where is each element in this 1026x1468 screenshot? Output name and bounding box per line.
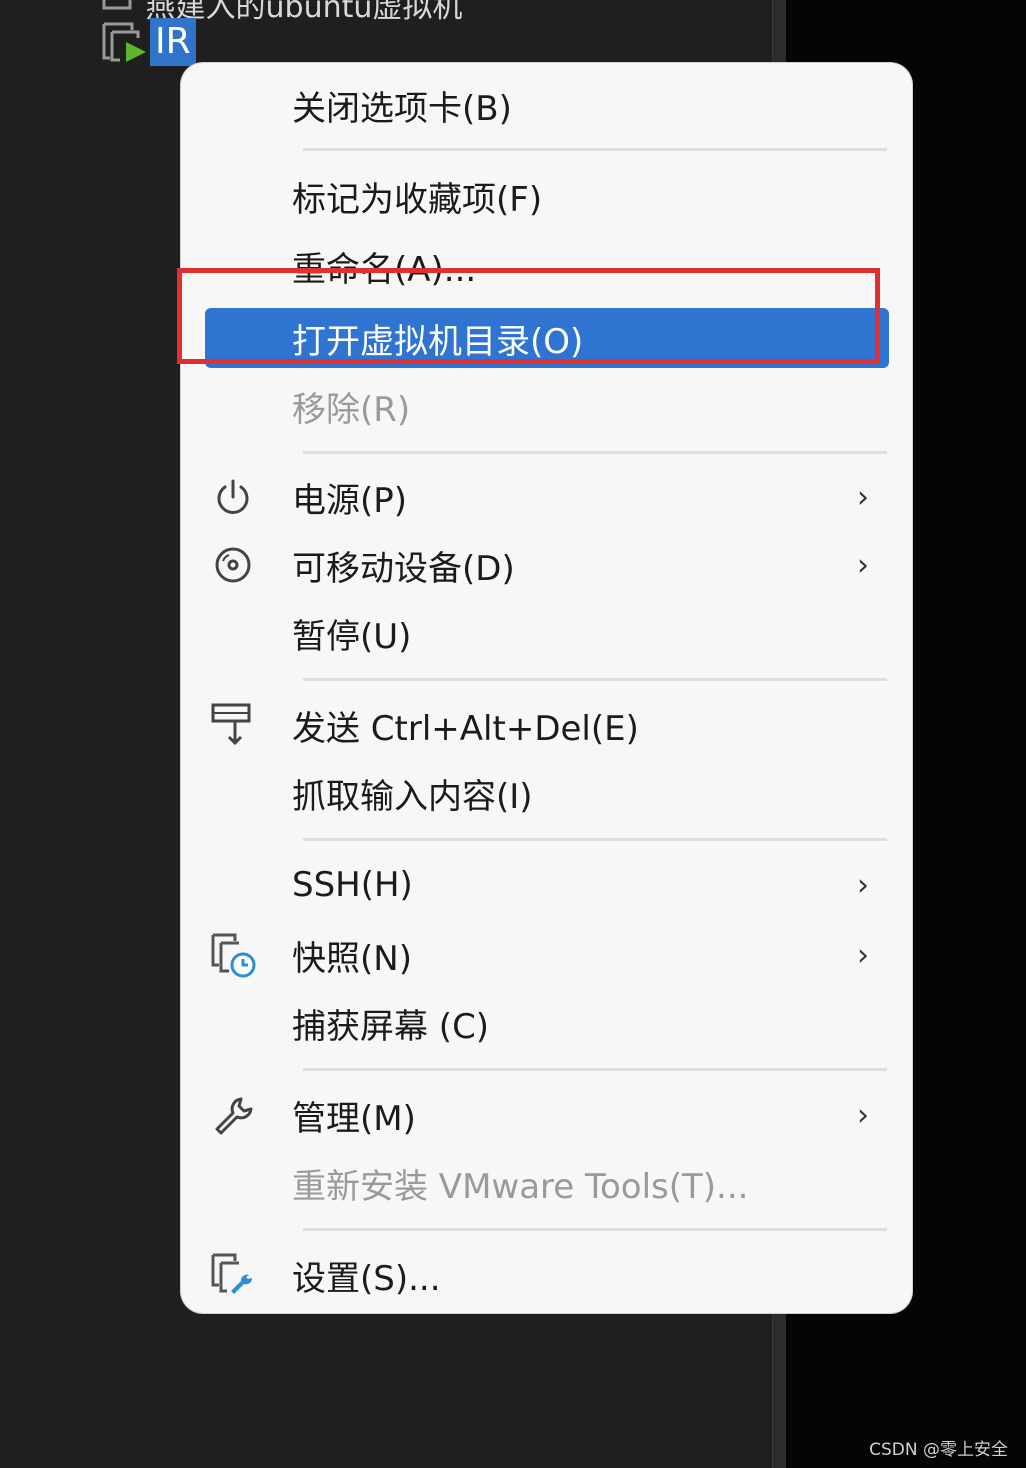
annotation-highlight-box bbox=[177, 268, 880, 364]
menu-item-label: 可移动设备(D) bbox=[292, 548, 515, 589]
tree-item-previous[interactable]: 燕建入的ubuntu虚拟机 bbox=[100, 0, 462, 25]
menu-item-label: 移除(R) bbox=[292, 389, 411, 430]
submenu-arrow-icon: › bbox=[857, 1097, 869, 1133]
menu-item-label: 捕获屏幕 (C) bbox=[292, 1006, 490, 1047]
menu-item-settings[interactable]: 设置(S)... bbox=[205, 1245, 889, 1305]
menu-item-label: 快照(N) bbox=[292, 938, 412, 979]
vm-icon bbox=[100, 0, 136, 12]
menu-item-manage[interactable]: 管理(M) › bbox=[205, 1085, 889, 1145]
menu-item-mark-favorite[interactable]: 标记为收藏项(F) bbox=[205, 166, 889, 226]
menu-item-ssh[interactable]: SSH(H) › bbox=[205, 855, 889, 915]
menu-separator bbox=[303, 678, 887, 681]
menu-item-power[interactable]: 电源(P) › bbox=[205, 467, 889, 527]
context-menu: 关闭选项卡(B) 标记为收藏项(F) 重命名(A)... 打开虚拟机目录(O) … bbox=[181, 63, 912, 1313]
menu-item-label: 电源(P) bbox=[292, 480, 408, 521]
menu-item-capture-screen[interactable]: 捕获屏幕 (C) bbox=[205, 993, 889, 1053]
menu-item-label: 关闭选项卡(B) bbox=[292, 88, 512, 129]
menu-separator bbox=[303, 1068, 887, 1071]
tree-item-selected[interactable]: IR bbox=[100, 18, 196, 66]
menu-item-send-ctrl-alt-del[interactable]: 发送 Ctrl+Alt+Del(E) bbox=[205, 695, 889, 755]
menu-item-label: 设置(S)... bbox=[292, 1258, 441, 1299]
menu-item-label: 重新安装 VMware Tools(T)... bbox=[292, 1166, 749, 1207]
menu-item-close-tab[interactable]: 关闭选项卡(B) bbox=[205, 75, 889, 135]
power-icon bbox=[209, 473, 257, 521]
menu-item-label: 管理(M) bbox=[292, 1098, 416, 1139]
menu-item-remove: 移除(R) bbox=[205, 376, 889, 436]
wrench-icon bbox=[209, 1091, 257, 1139]
settings-vm-icon bbox=[209, 1251, 257, 1299]
menu-item-snapshot[interactable]: 快照(N) › bbox=[205, 925, 889, 985]
menu-separator bbox=[303, 1228, 887, 1231]
menu-separator bbox=[303, 148, 887, 151]
menu-separator bbox=[303, 451, 887, 454]
submenu-arrow-icon: › bbox=[857, 937, 869, 973]
send-keys-icon bbox=[209, 701, 257, 749]
menu-item-label: SSH(H) bbox=[292, 865, 413, 905]
menu-item-removable-devices[interactable]: 可移动设备(D) › bbox=[205, 535, 889, 595]
menu-item-label: 暂停(U) bbox=[292, 616, 412, 657]
menu-item-label: 标记为收藏项(F) bbox=[292, 179, 543, 220]
submenu-arrow-icon: › bbox=[857, 479, 869, 515]
tree-item-label: IR bbox=[150, 18, 196, 66]
menu-item-reinstall-vmware-tools: 重新安装 VMware Tools(T)... bbox=[205, 1153, 889, 1213]
menu-item-label: 发送 Ctrl+Alt+Del(E) bbox=[292, 708, 639, 749]
watermark: CSDN @零上安全 bbox=[869, 1440, 1008, 1460]
menu-item-grab-input[interactable]: 抓取输入内容(I) bbox=[205, 763, 889, 823]
submenu-arrow-icon: › bbox=[857, 867, 869, 903]
menu-separator bbox=[303, 838, 887, 841]
submenu-arrow-icon: › bbox=[857, 547, 869, 583]
menu-item-label: 抓取输入内容(I) bbox=[292, 776, 533, 817]
vmware-window: 燕建入的ubuntu虚拟机 IR 关闭选项卡(B) 标记为收藏项(F) 重命名(… bbox=[0, 0, 1026, 1468]
snapshot-icon bbox=[209, 931, 257, 979]
menu-item-pause[interactable]: 暂停(U) bbox=[205, 603, 889, 663]
vm-running-icon bbox=[100, 18, 150, 66]
disc-icon bbox=[209, 541, 257, 589]
